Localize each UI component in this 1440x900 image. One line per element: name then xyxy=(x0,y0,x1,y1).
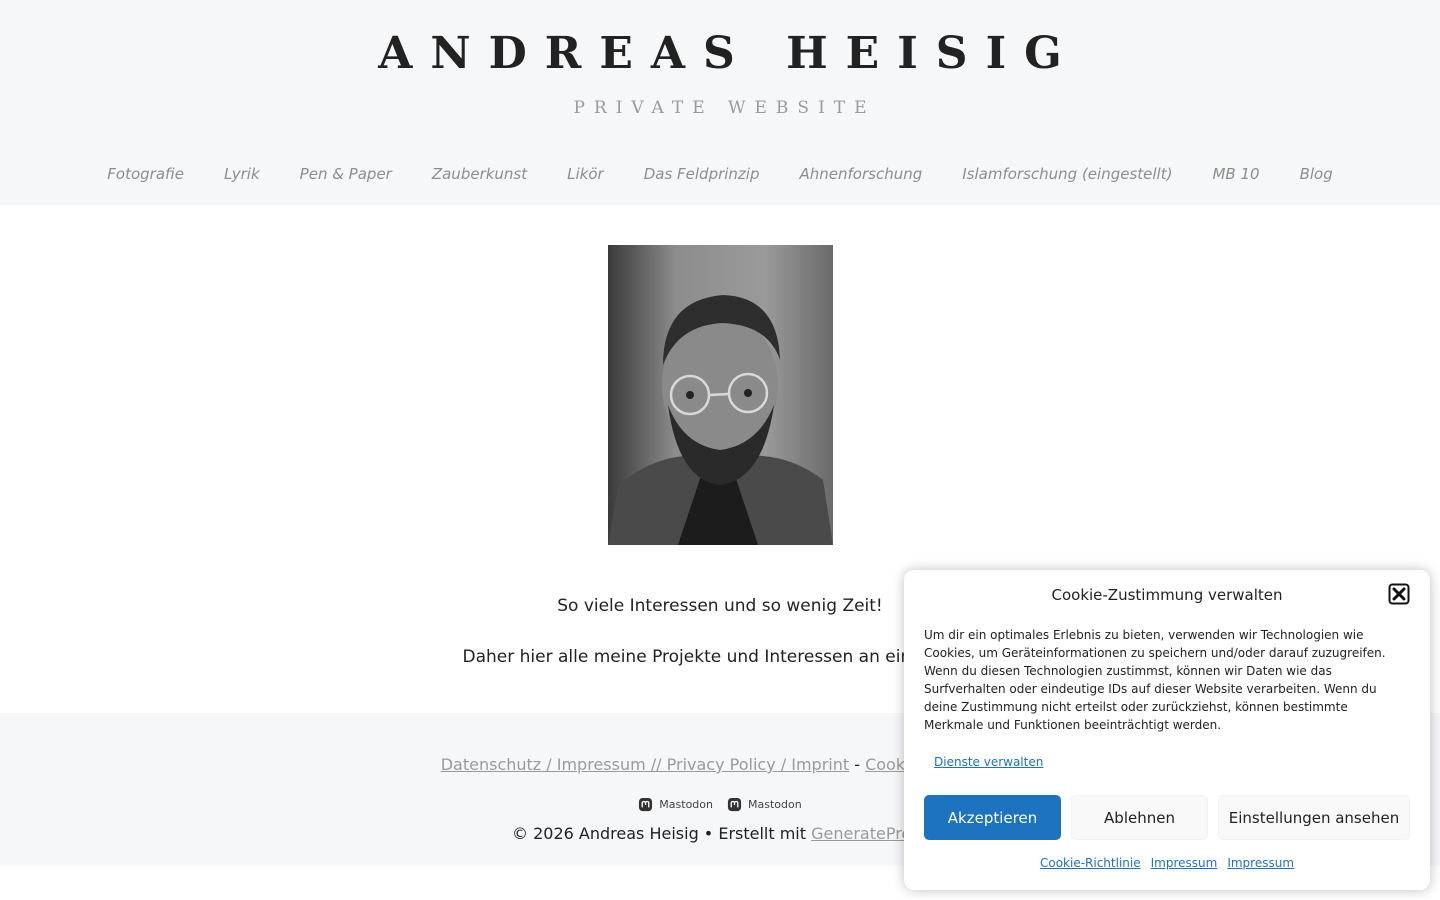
nav-item-mb10[interactable]: MB 10 xyxy=(1212,160,1259,190)
mastodon-label: Mastodon xyxy=(748,798,802,811)
copyright-text: © 2026 Andreas Heisig • Erstellt mit xyxy=(512,824,812,843)
cookie-consent-dialog: Cookie-Zustimmung verwalten Um dir ein o… xyxy=(904,570,1430,890)
view-preferences-button[interactable]: Einstellungen ansehen xyxy=(1218,795,1410,840)
close-icon[interactable] xyxy=(1388,583,1410,605)
mastodon-icon xyxy=(639,797,653,812)
mastodon-link[interactable]: Mastodon xyxy=(638,797,713,812)
imprint-link[interactable]: Impressum xyxy=(1151,856,1218,870)
deny-button[interactable]: Ablehnen xyxy=(1071,795,1208,840)
main-nav: Fotografie Lyrik Pen & Paper Zauberkunst… xyxy=(0,160,1440,190)
cookie-description: Um dir ein optimales Erlebnis zu bieten,… xyxy=(924,628,1386,732)
privacy-imprint-link[interactable]: Datenschutz / Impressum // Privacy Polic… xyxy=(441,755,849,774)
portrait-photo xyxy=(608,245,833,545)
mastodon-icon xyxy=(727,797,742,812)
nav-item-lyrik[interactable]: Lyrik xyxy=(224,160,260,190)
nav-item-blog[interactable]: Blog xyxy=(1300,160,1333,190)
nav-item-islamforschung[interactable]: Islamforschung (eingestellt) xyxy=(962,160,1172,190)
site-header: ANDREAS HEISIG PRIVATE WEBSITE Fotografi… xyxy=(0,0,1440,205)
nav-item-likoer[interactable]: Likör xyxy=(567,160,604,190)
footer-separator: - xyxy=(849,755,866,774)
nav-item-zauberkunst[interactable]: Zauberkunst xyxy=(432,160,527,190)
accept-button[interactable]: Akzeptieren xyxy=(924,795,1061,840)
mastodon-label: Mastodon xyxy=(659,798,713,811)
cookie-policy-link[interactable]: Cookie-Richtlinie xyxy=(1040,856,1141,870)
site-tagline: PRIVATE WEBSITE xyxy=(573,98,876,118)
nav-item-ahnenforschung[interactable]: Ahnenforschung xyxy=(800,160,923,190)
manage-services-link[interactable]: Dienste verwalten xyxy=(934,755,1043,769)
mastodon-link[interactable]: Mastodon xyxy=(727,797,802,812)
nav-item-feldprinzip[interactable]: Das Feldprinzip xyxy=(644,160,760,190)
site-title[interactable]: ANDREAS HEISIG xyxy=(0,28,1440,79)
nav-item-fotografie[interactable]: Fotografie xyxy=(107,160,184,190)
cookie-document-links: Cookie-Richtlinie Impressum Impressum xyxy=(904,856,1430,870)
cookie-title: Cookie-Zustimmung verwalten xyxy=(1051,586,1283,604)
imprint-link[interactable]: Impressum xyxy=(1227,856,1294,870)
nav-item-pen-paper[interactable]: Pen & Paper xyxy=(300,160,392,190)
